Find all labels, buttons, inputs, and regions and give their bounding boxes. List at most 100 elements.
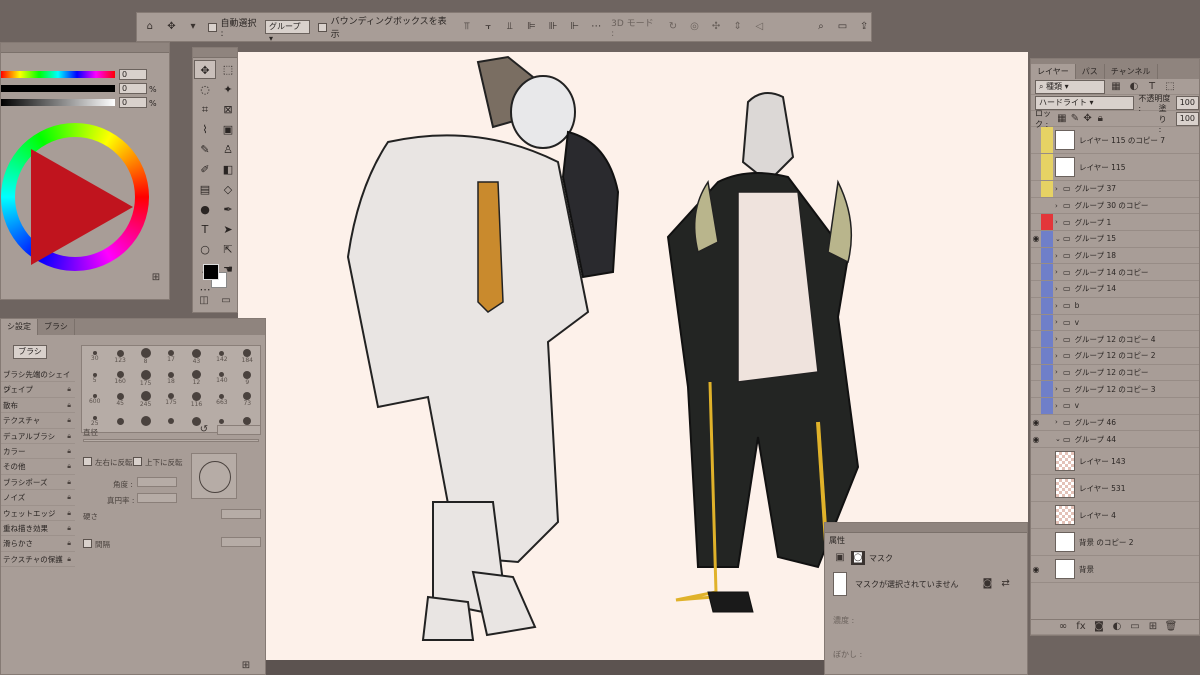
lock-icon[interactable]: 🔒︎ xyxy=(67,536,71,550)
layer-row[interactable]: › ▭ グループ 14 のコピー xyxy=(1031,264,1199,282)
brush-tip[interactable]: 663 xyxy=(209,389,234,411)
brightness-value[interactable]: 0 xyxy=(119,97,147,108)
layer-row[interactable]: レイヤー 4 xyxy=(1031,502,1199,529)
layer-row[interactable]: › ▭ グループ 14 xyxy=(1031,281,1199,298)
brush-tip[interactable]: 175 xyxy=(158,389,183,411)
workspace-icon[interactable]: ▭ xyxy=(836,20,850,34)
blur-tool-icon[interactable]: ◇ xyxy=(217,180,239,199)
roll-3d-icon[interactable]: ◎ xyxy=(688,20,702,34)
new-layer-icon[interactable]: ⊞ xyxy=(1146,620,1160,634)
visibility-eye-icon[interactable]: ◉ xyxy=(1031,435,1041,444)
align-left-icon[interactable]: ⊫ xyxy=(525,20,539,34)
chevron-down-icon[interactable]: ▾ xyxy=(186,20,200,34)
brush-setting-item[interactable]: ブラシポーズ 🔒︎ xyxy=(1,475,75,491)
expand-chevron-icon[interactable]: › xyxy=(1055,318,1063,326)
foreground-color-swatch[interactable] xyxy=(203,264,219,280)
eyedropper-icon[interactable]: ⌇ xyxy=(194,120,216,139)
layer-row[interactable]: › ▭ グループ 12 のコピー xyxy=(1031,364,1199,382)
layer-row[interactable]: ◉ ⌄ ▭ グループ 15 xyxy=(1031,231,1199,248)
frame-tool-icon[interactable]: ⊠ xyxy=(217,100,239,119)
bbox-checkbox[interactable] xyxy=(317,22,327,32)
brush-tip[interactable]: 43 xyxy=(184,346,209,368)
brush-tip[interactable]: 245 xyxy=(133,389,158,411)
move-tool-icon[interactable]: ✥ xyxy=(194,60,216,79)
lock-icon[interactable]: 🔒︎ xyxy=(67,521,71,535)
lock-icon[interactable]: 🔒︎ xyxy=(67,506,71,520)
expand-chevron-icon[interactable]: ⌄ xyxy=(1055,435,1063,443)
layer-row[interactable]: 背景 のコピー 2 xyxy=(1031,529,1199,556)
layer-row[interactable]: レイヤー 115 のコピー 7 xyxy=(1031,127,1199,154)
lock-icon[interactable]: 🔒︎ xyxy=(67,413,71,427)
expand-chevron-icon[interactable]: ⌄ xyxy=(1055,235,1063,243)
flip-x-checkbox[interactable] xyxy=(83,457,92,466)
type-tool-icon[interactable]: T xyxy=(194,220,216,239)
lock-transparency-icon[interactable]: ▦ xyxy=(1057,112,1066,126)
brush-tip[interactable] xyxy=(133,411,158,433)
type-filter-icon[interactable]: T xyxy=(1145,80,1159,94)
adjust-filter-icon[interactable]: ◐ xyxy=(1127,80,1141,94)
dodge-tool-icon[interactable]: ● xyxy=(194,200,216,219)
magic-wand-icon[interactable]: ✦ xyxy=(217,80,239,99)
align-top-icon[interactable]: ⫪ xyxy=(460,20,474,34)
tab-brush-settings[interactable]: シ設定 xyxy=(1,319,38,335)
brightness-slider[interactable] xyxy=(1,99,115,106)
brush-setting-item[interactable]: 重ね描き効果 🔒︎ xyxy=(1,521,75,537)
layer-row[interactable]: › ▭ グループ 12 のコピー 4 xyxy=(1031,331,1199,348)
trash-icon[interactable]: 🗑︎ xyxy=(1164,620,1178,634)
gradient-tool-icon[interactable]: ▤ xyxy=(194,180,216,199)
layer-row[interactable]: › ▭ v xyxy=(1031,397,1199,415)
brush-tip[interactable]: 5 xyxy=(82,368,107,390)
pan-3d-icon[interactable]: ✣ xyxy=(709,20,723,34)
apply-mask-icon[interactable]: ⇄ xyxy=(999,577,1013,591)
visibility-eye-icon[interactable]: ◉ xyxy=(1031,565,1041,574)
brushes-button[interactable]: ブラシ xyxy=(13,345,47,359)
hue-slider[interactable] xyxy=(1,71,115,78)
layer-row[interactable]: › ▭ b xyxy=(1031,297,1199,315)
marquee-tool-icon[interactable]: ⬚ xyxy=(217,60,239,79)
diameter-slider[interactable] xyxy=(83,439,259,442)
visibility-eye-icon[interactable]: ◉ xyxy=(1031,234,1041,243)
spacing-checkbox[interactable] xyxy=(83,539,92,548)
screen-mode-icon[interactable]: ▭ xyxy=(219,294,233,308)
stamp-tool-icon[interactable]: ♙ xyxy=(217,140,239,159)
brush-tip[interactable]: 123 xyxy=(107,346,132,368)
eraser-icon[interactable]: ◧ xyxy=(217,160,239,179)
vector-mask-icon[interactable]: ◙ xyxy=(851,551,865,565)
slide-3d-icon[interactable]: ⇕ xyxy=(731,20,745,34)
brush-tip[interactable]: 73 xyxy=(235,389,260,411)
path-select-icon[interactable]: ➤ xyxy=(217,220,239,239)
layer-row[interactable]: ◉ 背景 xyxy=(1031,556,1199,583)
diameter-field[interactable] xyxy=(217,425,261,435)
load-selection-icon[interactable]: ◙ xyxy=(981,577,995,591)
angle-field[interactable] xyxy=(137,477,177,487)
brush-tip[interactable]: 116 xyxy=(184,389,209,411)
brush-tip[interactable]: 17 xyxy=(158,346,183,368)
layer-row[interactable]: ◉ ⌄ ▭ グループ 44 xyxy=(1031,431,1199,448)
brush-tip[interactable]: 142 xyxy=(209,346,234,368)
brush-setting-item[interactable]: テクスチャの保護 🔒︎ xyxy=(1,552,75,568)
rotate-3d-icon[interactable]: ↻ xyxy=(666,20,680,34)
layer-row[interactable]: › ▭ グループ 30 のコピー xyxy=(1031,198,1199,215)
align-middle-icon[interactable]: ⫟ xyxy=(482,20,496,34)
expand-chevron-icon[interactable]: › xyxy=(1055,302,1063,310)
fx-icon[interactable]: fx xyxy=(1074,620,1088,634)
layer-kind-filter[interactable]: ⌕ 種類 ▾ xyxy=(1035,79,1105,94)
align-right-icon[interactable]: ⊩ xyxy=(568,20,582,34)
roundness-field[interactable] xyxy=(137,493,177,503)
brush-setting-item[interactable]: 散布 🔒︎ xyxy=(1,398,75,414)
history-brush-icon[interactable]: ✐ xyxy=(194,160,216,179)
brush-setting-item[interactable]: その他 🔒︎ xyxy=(1,459,75,475)
brush-tip[interactable]: 45 xyxy=(107,389,132,411)
lock-icon[interactable]: 🔒︎ xyxy=(67,459,71,473)
lock-icon[interactable]: 🔒︎ xyxy=(67,444,71,458)
brush-tool-icon[interactable]: ✎ xyxy=(194,140,216,159)
expand-chevron-icon[interactable]: › xyxy=(1055,202,1063,210)
lock-icon[interactable]: 🔒︎ xyxy=(67,429,71,443)
brush-tip[interactable]: 30 xyxy=(82,346,107,368)
new-brush-icon[interactable]: ⊞ xyxy=(239,659,253,673)
expand-chevron-icon[interactable]: › xyxy=(1055,335,1063,343)
expand-chevron-icon[interactable]: › xyxy=(1055,385,1063,393)
align-bottom-icon[interactable]: ⫫ xyxy=(503,20,517,34)
brush-setting-item[interactable]: 滑らかさ 🔒︎ xyxy=(1,536,75,552)
brush-setting-item[interactable]: テクスチャ 🔒︎ xyxy=(1,413,75,429)
